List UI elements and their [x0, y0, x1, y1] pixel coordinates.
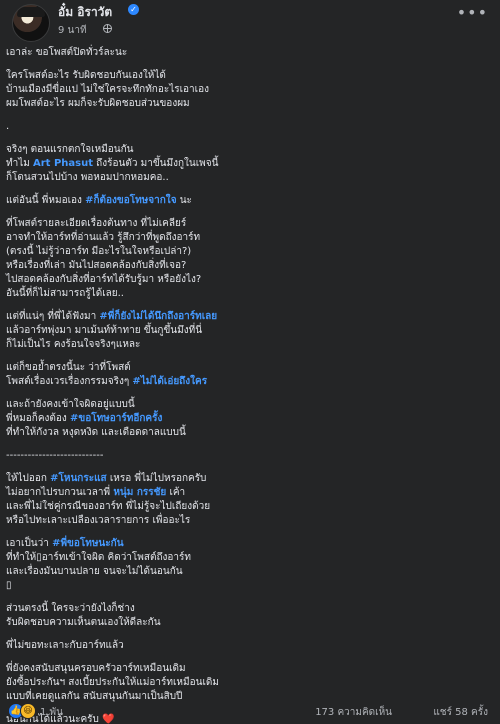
post-line: อาจทำให้อาร์ทที่อ่านแล้ว รู้สึกว่าที่พูด…: [6, 232, 201, 243]
post-line: พี่ยังคงสนับสนุนครอบครัวอาร์ทเหมือนเดิม: [6, 663, 186, 674]
text-divider: ---------------------------: [6, 450, 104, 461]
post-line: ▯: [6, 580, 12, 591]
post-line: ใครโพสต์อะไร รับผิดชอบกันเองให้ได้: [6, 70, 166, 81]
hashtag-link[interactable]: #โหนกระแส: [50, 473, 107, 484]
post-line: ส่วนตรงนี้ ใครจะว่ายังไงก็ช่าง: [6, 603, 135, 614]
post-line: และถ้ายังคงเข้าใจผิดอยู่แบบนี้: [6, 399, 135, 410]
post-timestamp[interactable]: 9 นาที: [58, 23, 87, 38]
post-line: โพสต์เรื่องเวรเรื่องกรรมจริงๆ #ไม่ได้เอ่…: [6, 376, 208, 387]
reaction-count: 1 พัน: [40, 707, 63, 718]
post-line: บ้านเมืองมีขื่อแป ไม่ใช่ใครจะทึกทักอะไรเ…: [6, 84, 209, 95]
post-line: .: [6, 121, 10, 132]
post-line: ที่โพสต์รายละเอียดเรื่องต้นทาง ที่ไม่เคล…: [6, 218, 187, 229]
post-line: ไม่อยากไปรบกวนเวลาพี่ หนุ่ม กรรชัย เค้า: [6, 487, 186, 498]
post-line: เอาล่ะ ขอโพสต์ปิดทั่วร์ละนะ: [6, 47, 128, 58]
post-header: อั๋ม อิราวัต ✓ 9 นาที •••: [0, 0, 500, 44]
post-line: และพี่ไม่ใช่คู่กรณีของอาร์ท พี่ไม่รู้จะไ…: [6, 501, 211, 512]
post-line: หรือไปทะเลาะเปลืองเวลารายการ เพื่ออะไร: [6, 515, 191, 526]
post-line: ทำไม Art Phasut ถึงร้อนตัว มาขึ้นมึงกูใน…: [6, 158, 219, 169]
post-line: แล้วอาร์ทพุ่งมา มาเม้นท์ท้าทาย ขึ้นกูขึ้…: [6, 325, 203, 336]
post-line: แต่ก็ขอย้ำตรงนี้นะ ว่าที่โพสต์: [6, 362, 131, 373]
post-line: ที่ทำให้▯อาร์ทเข้าใจผิด คิดว่าโพสต์ถึงอา…: [6, 552, 191, 563]
post-line: แต่ที่แน่ๆ ที่พี่ได้ฟังมา #พี่ก็ยังไม่ได…: [6, 311, 218, 322]
post-line: พี่หมอก็คงต้อง #ขอโทษอาร์ทอีกครั้ง: [6, 413, 163, 424]
share-count-link[interactable]: แชร์ 58 ครั้ง: [433, 705, 488, 720]
post-line: ไปสอดคล้องกับสิ่งที่อาร์ทได้รับรู้มา หรื…: [6, 274, 202, 285]
mention-art-phasut[interactable]: Art Phasut: [33, 158, 93, 169]
post-line: จริงๆ ตอนแรกตกใจเหมือนกัน: [6, 144, 134, 155]
post-body: เอาล่ะ ขอโพสต์ปิดทั่วร์ละนะ ใครโพสต์อะไร…: [6, 46, 494, 724]
hashtag-link[interactable]: #พี่ก็ยังไม่ได้นึกถึงอาร์ทเลย: [99, 311, 217, 322]
author-name[interactable]: อั๋ม อิราวัต: [58, 3, 112, 22]
comment-count-link[interactable]: 173 ความคิดเห็น: [315, 705, 392, 720]
post-line: ยังซื้อประกันฯ สงเบี้ยประกันให้แม่อาร์ทเ…: [6, 677, 219, 688]
hashtag-link[interactable]: #ไม่ได้เอ่ยถึงใคร: [132, 376, 207, 387]
post-line: ก็โดนสวนไปบ้าง พอหอมปากหอมคอ..: [6, 172, 169, 183]
post-line: ก็ไม่เป็นไร คงร้อนใจจริงๆแหละ: [6, 339, 141, 350]
hashtag-link[interactable]: #พี่ขอโทษนะกัน: [52, 538, 123, 549]
post-footer: 👍 😆 1 พัน 173 ความคิดเห็น แชร์ 58 ครั้ง: [0, 700, 500, 724]
mention-link[interactable]: หนุ่ม กรรชัย: [113, 487, 166, 498]
haha-icon: 😆: [20, 703, 36, 719]
post-line: ที่ทำให้กังวล หงุดหงิด และเดือดดาลแบบนี้: [6, 427, 186, 438]
post-line: รับผิดชอบความเห็นตนเองให้ดีละกัน: [6, 617, 161, 628]
more-options-icon[interactable]: •••: [457, 5, 488, 21]
globe-icon: [103, 24, 112, 33]
post-line: (ตรงนี้ ไม่รู้ว่าอาร์ท มีอะไรในใจหรือเปล…: [6, 246, 192, 257]
verified-badge-icon: ✓: [128, 4, 139, 15]
post-line: เอาเป็นว่า #พี่ขอโทษนะกัน: [6, 538, 124, 549]
post-line: พี่ไม่ขอทะเลาะกับอาร์ทแล้ว: [6, 640, 124, 651]
hashtag-link[interactable]: #ขอโทษอาร์ทอีกครั้ง: [70, 413, 162, 424]
hashtag-link[interactable]: #ก็ต้องขอโทษจากใจ: [85, 195, 176, 206]
post-line: แต่อันนี้ พี่หมอเอง #ก็ต้องขอโทษจากใจ นะ: [6, 195, 192, 206]
post-line: ผมโพสต์อะไร ผมก็จะรับผิดชอบส่วนของผม: [6, 98, 190, 109]
post-line: ให้ไปออก #โหนกระแส เหรอ พี่ไม่ไปหรอกครับ: [6, 473, 207, 484]
post-line: อันนี้ที่ก็ไม่สามารถรู้ได้เลย..: [6, 288, 124, 299]
facebook-post: อั๋ม อิราวัต ✓ 9 นาที ••• เอาล่ะ ขอโพสต์…: [0, 0, 500, 724]
avatar-hat-shape: [17, 7, 45, 17]
post-line: หรือเรื่องที่เล่า มันไปสอดคล้องกับสิ่งที…: [6, 260, 187, 271]
author-avatar[interactable]: [12, 4, 50, 42]
post-line: และเรื่องมันบานปลาย จนจะไม่ได้นอนกัน: [6, 566, 183, 577]
